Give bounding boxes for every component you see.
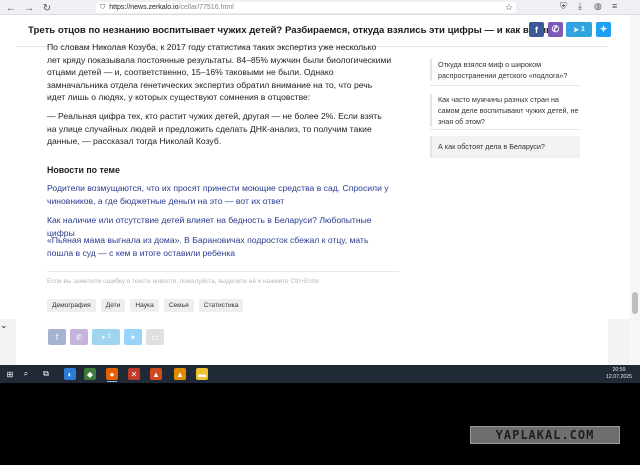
windows-start-icon[interactable]: ⊞ — [4, 368, 16, 380]
twitter-icon: ✦ — [599, 24, 608, 34]
taskbar: ⊞ ⌕ ⧉ ◐ ◆ ● ✕ ▲ ▲ ▬ 20:59 12.07.2025 — [0, 365, 640, 383]
watermark-logo: YAPLAKAL.COM — [470, 426, 620, 444]
divider — [430, 129, 580, 130]
download-icon[interactable]: ⤓ — [578, 1, 582, 12]
toc-item[interactable]: Откуда взялся миф о широком распростране… — [430, 59, 580, 81]
reload-icon[interactable]: ↻ — [40, 1, 54, 15]
shield-icon[interactable]: ⛨ — [560, 1, 567, 12]
related-news-link[interactable]: «Пьяная мама выгнала из дома». В Баранов… — [47, 234, 392, 259]
facebook-share-button[interactable]: f — [529, 22, 544, 37]
task-view-icon[interactable]: ⧉ — [40, 368, 52, 380]
app-icon[interactable]: ▲ — [150, 368, 162, 380]
system-clock[interactable]: 20:59 12.07.2025 — [602, 367, 636, 381]
tag-statistics[interactable]: Статистика — [198, 299, 244, 312]
facebook-share-button[interactable]: f — [48, 329, 66, 345]
viber-icon: ✆ — [551, 24, 560, 34]
chevron-down-icon[interactable]: ⌄ — [0, 320, 8, 331]
app-icon[interactable]: ✕ — [128, 368, 140, 380]
scrollbar-thumb[interactable] — [632, 292, 638, 314]
extension-icon[interactable]: ◍ — [594, 1, 602, 12]
clock-date: 12.07.2025 — [606, 374, 632, 380]
related-news-heading: Новости по теме — [47, 165, 120, 175]
app-icon[interactable]: ◆ — [84, 368, 96, 380]
twitter-share-button[interactable]: ✦ — [596, 22, 611, 37]
black-background — [0, 383, 640, 465]
menu-icon[interactable]: ≡ — [612, 1, 617, 11]
chat-icon: ▭ — [151, 332, 159, 342]
tag-demography[interactable]: Демография — [47, 299, 96, 312]
related-news-link[interactable]: Родители возмущаются, что их просят прин… — [47, 182, 392, 207]
twitter-icon: ✦ — [129, 332, 137, 342]
telegram-count: 1 — [580, 26, 585, 33]
screen: ← → ↻ ⛉ https://news.zerkalo.io/cellar/7… — [0, 0, 640, 465]
facebook-icon: f — [55, 332, 59, 342]
facebook-icon: f — [535, 24, 538, 35]
tag-children[interactable]: Дети — [100, 299, 126, 312]
telegram-share-button[interactable]: ➤ 1 — [92, 329, 120, 345]
url-path: /cellar/77516.html — [178, 4, 234, 11]
vlc-icon[interactable]: ▲ — [174, 368, 186, 380]
app-icon[interactable]: ◐ — [64, 368, 76, 380]
url-host: https://news.zerkalo.io — [109, 4, 179, 11]
tag-family[interactable]: Семья — [163, 299, 194, 312]
viber-icon: ✆ — [75, 332, 83, 342]
address-bar[interactable]: ⛉ https://news.zerkalo.io/cellar/77516.h… — [96, 2, 516, 13]
browser-toolbar: ← → ↻ ⛉ https://news.zerkalo.io/cellar/7… — [0, 0, 640, 15]
clock-time: 20:59 — [612, 367, 626, 373]
tag-science[interactable]: Наука — [130, 299, 159, 312]
toc-item-active[interactable]: А как обстоят дела в Беларуси? — [430, 136, 580, 158]
telegram-icon: ➤ — [573, 26, 581, 34]
article-paragraph: По словам Николая Козуба, к 2017 году ст… — [47, 42, 392, 102]
article-title: Треть отцов по незнанию воспитывает чужи… — [28, 25, 557, 36]
forward-arrow-icon[interactable]: → — [22, 1, 36, 15]
bottom-share-bar: f ✆ ➤ 1 ✦ ▭ — [16, 319, 608, 365]
viber-share-button[interactable]: ✆ — [70, 329, 88, 345]
search-icon[interactable]: ⌕ — [20, 368, 32, 380]
viber-share-button[interactable]: ✆ — [548, 22, 563, 37]
firefox-icon[interactable]: ● — [106, 368, 118, 380]
star-icon[interactable]: ☆ — [505, 2, 513, 13]
telegram-share-button[interactable]: ➤ 1 — [566, 22, 592, 37]
article-paragraph: — Реальная цифра тех, кто растит чужих д… — [47, 111, 382, 146]
shield-icon: ⛉ — [100, 3, 106, 11]
folder-icon[interactable]: ▬ — [196, 368, 208, 380]
tag-list: Демография Дети Наука Семья Статистика — [47, 299, 244, 312]
comments-button[interactable]: ▭ — [146, 329, 164, 345]
error-notice: Если вы заметили ошибку в тексте новости… — [47, 278, 320, 285]
divider — [430, 85, 580, 86]
twitter-share-button[interactable]: ✦ — [124, 329, 142, 345]
toc-item[interactable]: Как часто мужчины разных стран на самом … — [430, 94, 580, 127]
telegram-icon: ➤ — [100, 334, 108, 341]
active-indicator — [107, 381, 117, 382]
back-arrow-icon[interactable]: ← — [4, 1, 18, 15]
article-body: По словам Николая Козуба, к 2017 году ст… — [16, 42, 608, 319]
divider — [47, 271, 399, 272]
telegram-count: 1 — [107, 334, 112, 340]
